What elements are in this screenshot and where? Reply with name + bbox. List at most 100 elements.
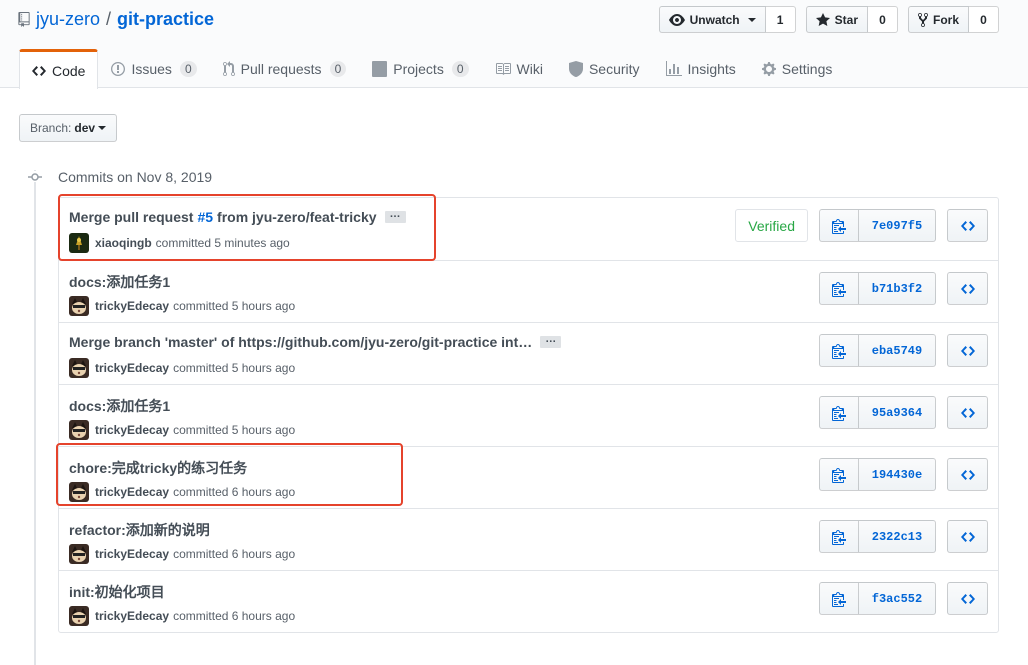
copy-sha-button[interactable] (819, 334, 859, 367)
tab-wiki[interactable]: Wiki (482, 49, 556, 88)
commit-sha-link[interactable]: 95a9364 (859, 396, 936, 429)
copy-sha-button[interactable] (819, 520, 859, 553)
commit-author[interactable]: xiaoqingb (95, 236, 152, 250)
commit-meta: trickyEdecay committed 6 hours ago (69, 482, 295, 502)
commit-row: chore:完成tricky的练习任务 trickyEdecay committ… (59, 446, 998, 508)
commit-sha-link[interactable]: 7e097f5 (859, 209, 936, 242)
copy-sha-button[interactable] (819, 396, 859, 429)
code-icon (960, 407, 975, 418)
commit-sha-link[interactable]: 2322c13 (859, 520, 936, 553)
browse-files-button[interactable] (947, 520, 988, 553)
copy-sha-button[interactable] (819, 458, 859, 491)
browse-files-button[interactable] (947, 334, 988, 367)
commit-author[interactable]: trickyEdecay (95, 485, 169, 499)
copy-sha-button[interactable] (819, 272, 859, 305)
commit-time: committed 6 hours ago (173, 485, 296, 499)
issue-icon (111, 62, 126, 76)
commit-meta: trickyEdecay committed 6 hours ago (69, 544, 295, 564)
commit-node-icon (27, 171, 43, 182)
unwatch-button[interactable]: Unwatch (658, 6, 766, 33)
commit-author[interactable]: trickyEdecay (95, 423, 169, 437)
tab-insights[interactable]: Insights (653, 49, 749, 88)
unwatch-label: Unwatch (689, 12, 740, 27)
commit-title[interactable]: refactor:添加新的说明 (69, 520, 210, 540)
tab-issues[interactable]: Issues 0 (98, 49, 209, 88)
browse-files-button[interactable] (947, 582, 988, 615)
avatar[interactable] (69, 544, 89, 564)
commit-row: Merge pull request #5 from jyu-zero/feat… (59, 198, 998, 260)
commit-title[interactable]: docs:添加任务1 (69, 396, 170, 416)
browse-files-button[interactable] (947, 272, 988, 305)
sha-group: b71b3f2 (819, 272, 936, 305)
commit-sha-link[interactable]: b71b3f2 (859, 272, 936, 305)
expand-message-button[interactable]: … (384, 209, 406, 223)
expand-message-button[interactable]: … (540, 334, 562, 348)
pull-request-link[interactable]: #5 (197, 209, 213, 225)
sha-group: f3ac552 (819, 582, 936, 615)
fork-button[interactable]: Fork (907, 6, 969, 33)
sha-group: 2322c13 (819, 520, 936, 553)
repo-title: jyu-zero / git-practice (18, 8, 214, 30)
fork-group: Fork 0 (907, 6, 999, 33)
tab-pull-requests[interactable]: Pull requests 0 (210, 49, 360, 88)
repo-nav: Code Issues 0 Pull requests 0 Projects 0… (19, 49, 846, 89)
tab-security[interactable]: Security (556, 49, 653, 88)
commit-title[interactable]: docs:添加任务1 (69, 272, 170, 292)
star-button[interactable]: Star (805, 6, 868, 33)
repo-name-link[interactable]: git-practice (117, 9, 214, 30)
avatar[interactable] (69, 606, 89, 626)
copy-sha-button[interactable] (819, 582, 859, 615)
browse-files-button[interactable] (947, 209, 988, 242)
tab-security-label: Security (588, 61, 640, 77)
browse-files-button[interactable] (947, 396, 988, 429)
commit-row: refactor:添加新的说明 trickyEdecay committed 6… (59, 508, 998, 570)
commit-author[interactable]: trickyEdecay (95, 547, 169, 561)
commit-time: committed 5 hours ago (173, 423, 296, 437)
watch-count[interactable]: 1 (765, 6, 796, 33)
code-icon (960, 220, 975, 231)
code-icon (960, 593, 975, 604)
branch-select-button[interactable]: Branch: dev (19, 114, 118, 142)
verified-badge[interactable]: Verified (735, 209, 808, 242)
clipboard-icon (832, 591, 846, 607)
tab-code-label: Code (52, 62, 86, 79)
code-icon (960, 283, 975, 294)
avatar[interactable] (69, 233, 89, 253)
avatar[interactable] (69, 420, 89, 440)
commit-time: committed 6 hours ago (173, 609, 296, 623)
pulls-counter: 0 (329, 61, 347, 77)
commit-meta: trickyEdecay committed 5 hours ago (69, 358, 295, 378)
star-count[interactable]: 0 (867, 6, 898, 33)
commit-title[interactable]: Merge branch 'master' of https://github.… (69, 334, 562, 350)
repo-owner-link[interactable]: jyu-zero (36, 9, 100, 30)
repo-header: jyu-zero / git-practice Unwatch 1 Star 0… (0, 0, 1028, 89)
commit-group-title: Commits on Nov 8, 2019 (58, 169, 213, 185)
commit-author[interactable]: trickyEdecay (95, 299, 169, 313)
timeline-line (34, 170, 36, 665)
commit-title[interactable]: chore:完成tricky的练习任务 (69, 458, 247, 478)
sha-group: 7e097f5 (819, 209, 936, 242)
eye-icon (668, 13, 685, 26)
tab-code[interactable]: Code (19, 49, 99, 89)
commit-row: Merge branch 'master' of https://github.… (59, 322, 998, 384)
commit-title[interactable]: Merge pull request #5 from jyu-zero/feat… (69, 209, 406, 225)
gear-icon (761, 62, 776, 76)
avatar[interactable] (69, 482, 89, 502)
commit-meta: xiaoqingb committed 5 minutes ago (69, 233, 290, 253)
avatar[interactable] (69, 296, 89, 316)
tab-projects[interactable]: Projects 0 (359, 49, 481, 88)
commit-sha-link[interactable]: f3ac552 (859, 582, 936, 615)
commit-sha-link[interactable]: 194430e (859, 458, 936, 491)
commit-title[interactable]: init:初始化项目 (69, 582, 165, 602)
commit-title-text: from jyu-zero/feat-tricky (217, 209, 377, 225)
browse-files-button[interactable] (947, 458, 988, 491)
fork-count[interactable]: 0 (969, 6, 999, 33)
clipboard-icon (832, 281, 846, 297)
commit-sha-link[interactable]: eba5749 (859, 334, 936, 367)
commit-author[interactable]: trickyEdecay (95, 609, 169, 623)
project-icon (372, 61, 388, 77)
commit-author[interactable]: trickyEdecay (95, 361, 169, 375)
copy-sha-button[interactable] (819, 209, 859, 242)
tab-settings[interactable]: Settings (749, 49, 846, 88)
avatar[interactable] (69, 358, 89, 378)
